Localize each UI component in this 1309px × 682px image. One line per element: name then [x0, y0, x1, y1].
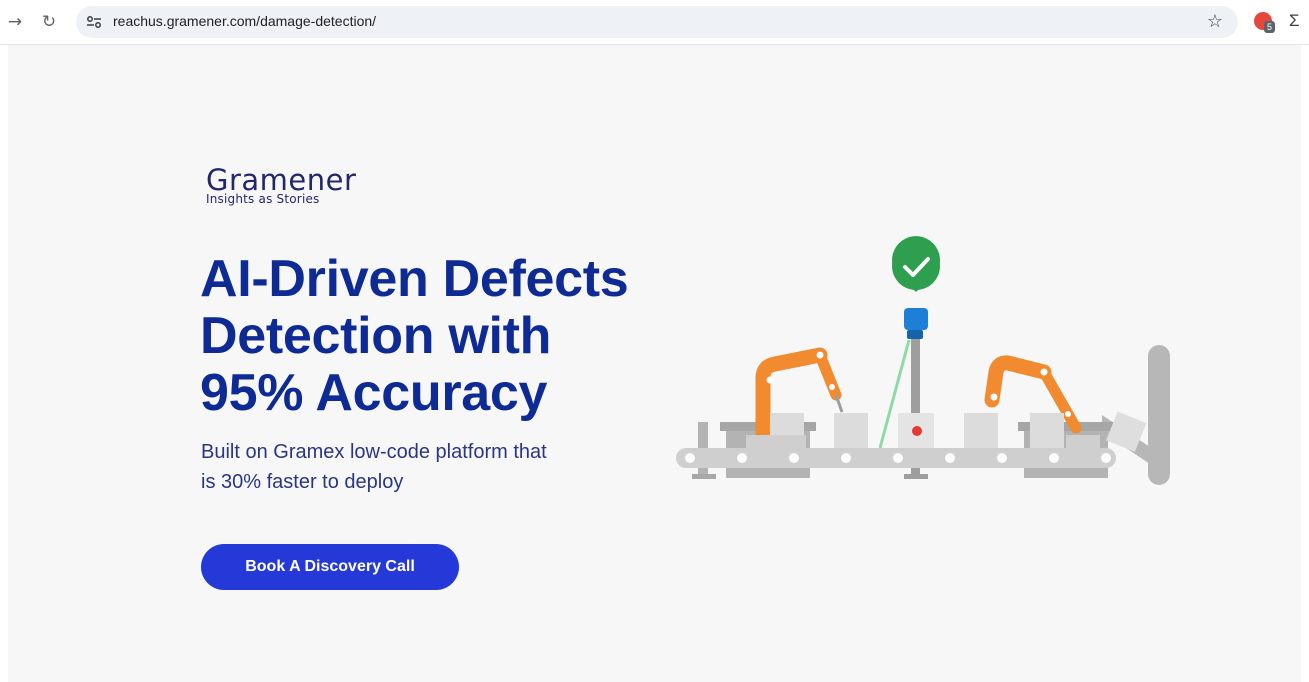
forward-arrow-icon[interactable]: →	[4, 11, 26, 33]
hero-headline: AI-Driven Defects Detection with 95% Acc…	[200, 251, 720, 422]
page-viewport: Gramener Insights as Stories AI-Driven D…	[8, 45, 1301, 682]
headline-line: AI-Driven Defects	[200, 250, 629, 308]
extension-badge: 5	[1264, 21, 1275, 33]
product-box	[1030, 413, 1064, 450]
address-bar[interactable]: reachus.gramener.com/damage-detection/	[76, 6, 1238, 38]
reload-icon[interactable]: ↻	[38, 11, 60, 33]
browser-toolbar: → ↻ reachus.gramener.com/damage-detectio…	[0, 0, 1309, 45]
sensor-head	[904, 308, 928, 330]
url-text[interactable]: reachus.gramener.com/damage-detection/	[113, 13, 376, 29]
check-badge-icon	[892, 236, 940, 292]
sensor-pole-foot	[904, 474, 928, 479]
product-tray	[746, 435, 806, 450]
sensor-lens	[907, 330, 923, 339]
defect-dot	[912, 426, 922, 436]
conveyor-leg-foot	[692, 474, 716, 479]
extensions-puzzle-icon[interactable]: Σ	[1289, 10, 1309, 32]
product-box	[834, 413, 868, 450]
hero-subtitle: Built on Gramex low-code platform that i…	[201, 437, 601, 497]
subtitle-line: is 30% faster to deploy	[201, 471, 404, 493]
headline-line: 95% Accuracy	[200, 364, 548, 422]
headline-line: Detection with	[200, 307, 552, 365]
logo-wordmark: Gramener	[206, 163, 357, 197]
product-box	[964, 413, 998, 450]
subtitle-line: Built on Gramex low-code platform that	[201, 441, 547, 463]
product-tray	[1066, 435, 1100, 450]
tune-icon[interactable]	[86, 15, 102, 29]
conveyor-illustration	[676, 236, 1170, 485]
book-discovery-call-button[interactable]: Book A Discovery Call	[201, 544, 459, 590]
gramener-logo[interactable]: Gramener Insights as Stories	[206, 165, 356, 206]
star-icon[interactable]: ☆	[1203, 10, 1227, 34]
